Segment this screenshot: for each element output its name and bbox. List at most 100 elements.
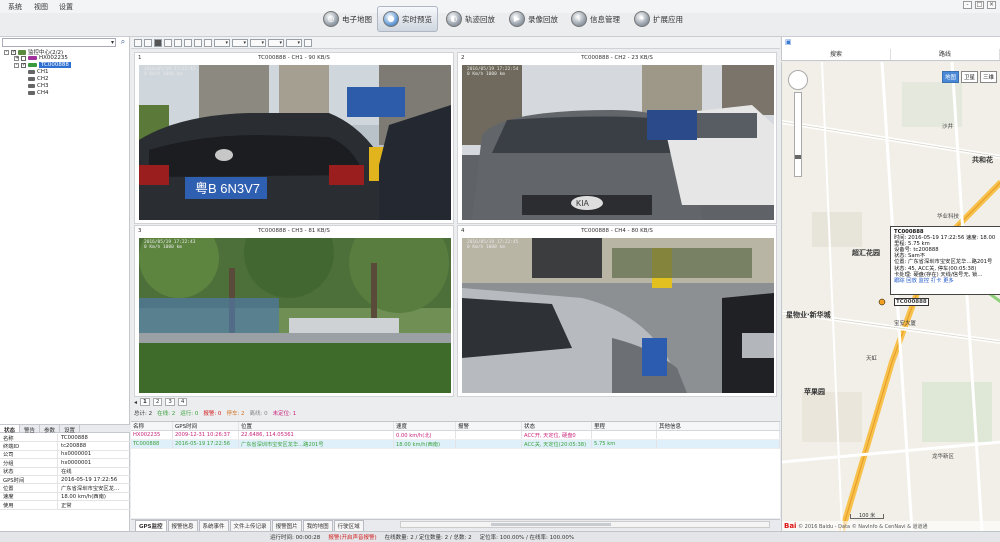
tab-alarm[interactable]: 警告: [20, 425, 41, 434]
record-dropdown[interactable]: ▾: [232, 38, 248, 47]
tree-checkbox[interactable]: [21, 55, 26, 61]
collapse-icon[interactable]: -: [4, 49, 9, 55]
tree-channel-4[interactable]: CH4: [28, 90, 48, 96]
page-button-2[interactable]: 2: [152, 398, 163, 406]
status-online[interactable]: 在线: 2: [157, 409, 175, 417]
settings-button[interactable]: [304, 38, 312, 47]
nav-info-management[interactable]: i 信息管理: [566, 6, 625, 32]
tab-settings[interactable]: 设置: [60, 425, 81, 434]
status-parked[interactable]: 停车: 2: [226, 409, 244, 417]
tree-vehicle-label: HX002235: [39, 55, 68, 61]
layout-16-button[interactable]: [184, 38, 192, 47]
expand-icon[interactable]: +: [14, 55, 19, 61]
column-header[interactable]: 报警: [456, 422, 522, 430]
nav-video-playback[interactable]: ▶ 录像回放: [504, 6, 563, 32]
map-tab-icon[interactable]: ▣: [785, 38, 792, 46]
tab-my-map[interactable]: 我的地图: [302, 519, 333, 531]
status-running[interactable]: 运行: 0: [180, 409, 198, 417]
map-zoom-slider[interactable]: [794, 92, 802, 177]
tab-driving-area[interactable]: 行驶区域: [333, 519, 364, 531]
map-icon: ◎: [323, 11, 339, 27]
map-type-satellite[interactable]: 卫星: [960, 71, 978, 83]
menu-system[interactable]: 系统: [8, 2, 22, 12]
layout-9-button[interactable]: [174, 38, 182, 47]
layout-4-button[interactable]: [144, 38, 152, 47]
pager-prev-icon[interactable]: ◂: [134, 399, 137, 406]
column-header[interactable]: 状态: [522, 422, 592, 430]
menu-view[interactable]: 视图: [34, 2, 48, 12]
tree-channel-3[interactable]: CH3: [28, 83, 48, 89]
alarm-sound-toggle[interactable]: 报警(开启声音报警): [328, 533, 376, 541]
tab-status[interactable]: 状态: [0, 425, 21, 434]
page-button-1[interactable]: 1: [140, 398, 150, 406]
column-header[interactable]: 里程: [592, 422, 657, 430]
collapse-icon[interactable]: -: [14, 62, 19, 68]
column-header[interactable]: 其他信息: [657, 422, 780, 430]
map-type-map[interactable]: 地图: [941, 71, 959, 83]
map-type-3d[interactable]: 三维: [979, 71, 997, 83]
video-panel-3[interactable]: 3 TC000888 - CH3 - 81 KB/S 2016/05/19 17…: [134, 225, 454, 397]
play-dropdown[interactable]: ▾: [268, 38, 284, 47]
scrollbar-thumb[interactable]: [491, 523, 611, 526]
maximize-button[interactable]: □: [975, 1, 984, 9]
table-cell: 2009-12-31 10:26:37: [173, 431, 239, 439]
tab-alarm-images[interactable]: 报警图片: [271, 519, 302, 531]
popup-links[interactable]: 跟踪 回放 监控 打卡 更多: [894, 278, 998, 284]
nav-live-preview[interactable]: ● 实时预览: [377, 6, 438, 32]
map-search-tab[interactable]: 搜索: [782, 49, 891, 60]
nav-electronic-map[interactable]: ◎ 电子地图: [318, 6, 377, 32]
status-offline[interactable]: 离线: 0: [250, 409, 268, 417]
search-icon[interactable]: ⌕: [118, 37, 128, 47]
column-header[interactable]: 名称: [131, 422, 173, 430]
page-button-4[interactable]: 4: [177, 398, 188, 406]
column-header[interactable]: 位置: [239, 422, 394, 430]
tab-gps-monitor[interactable]: GPS监控: [135, 519, 167, 531]
tab-file-upload[interactable]: 文件上传记录: [229, 519, 271, 531]
video-panel-2[interactable]: 2 TC000888 - CH2 - 23 KB/S KIA 2016/05/1…: [457, 52, 777, 224]
nav-track-playback[interactable]: ◐ 轨迹回放: [441, 6, 500, 32]
tab-params[interactable]: 参数: [40, 425, 61, 434]
horizontal-scrollbar[interactable]: [400, 521, 770, 528]
audio-dropdown[interactable]: ▾: [286, 38, 302, 47]
tree-channel-1[interactable]: CH1: [28, 69, 48, 75]
video-panel-4[interactable]: 4 TC000888 - CH4 - 80 KB/S 2016/05/19 17…: [457, 225, 777, 397]
vehicle-info-popup[interactable]: TC000888 时间: 2016-05-19 17:22:56 速度: 18.…: [890, 226, 1000, 295]
video-panel-1[interactable]: 1 TC000888 - CH1 - 90 KB/S 粤B 6N3V7 2016…: [134, 52, 454, 224]
map-canvas: [782, 62, 1000, 531]
minimize-button[interactable]: -: [963, 1, 972, 9]
video-frame: KIA: [462, 65, 774, 220]
map-route-tab[interactable]: 路线: [891, 49, 1000, 60]
page-button-3[interactable]: 3: [165, 398, 175, 406]
layout-6-button[interactable]: [154, 38, 162, 47]
baidu-map[interactable]: 地图 卫星 三维 共和花 超汇花园 宝安大厦 苹果园 星物业·新华城 沙井 华业…: [781, 62, 1000, 531]
column-header[interactable]: GPS时间: [173, 422, 239, 430]
layout-1-button[interactable]: [134, 38, 142, 47]
tree-checkbox[interactable]: ✓: [11, 49, 16, 55]
layout-custom-button[interactable]: [194, 38, 202, 47]
close-button[interactable]: ×: [987, 1, 996, 9]
menu-settings[interactable]: 设置: [59, 2, 73, 12]
fullscreen-button[interactable]: [204, 38, 212, 47]
zoom-knob[interactable]: [795, 155, 801, 159]
tree-checkbox[interactable]: ✓: [21, 62, 26, 68]
status-total[interactable]: 总计: 2: [134, 409, 152, 417]
tree-vehicle-hx002235[interactable]: + HX002235: [14, 55, 68, 61]
tab-alarm-info[interactable]: 报警信息: [167, 519, 198, 531]
popup-line: 卡处理: 硬盘(存在) 天线/信号无, 锁…: [894, 271, 983, 278]
info-key: 位置: [0, 484, 58, 492]
tab-system-events[interactable]: 系统事件: [198, 519, 229, 531]
column-header[interactable]: 速度: [394, 422, 456, 430]
table-row[interactable]: HX002235 2009-12-31 10:26:37 22.6486, 11…: [131, 431, 780, 440]
tree-filter-select[interactable]: ▾: [2, 38, 116, 47]
nav-extension[interactable]: ✦ 扩展应用: [629, 6, 688, 32]
layout-8-button[interactable]: [164, 38, 172, 47]
snapshot-dropdown[interactable]: ▾: [250, 38, 266, 47]
status-alarm[interactable]: 报警: 0: [203, 409, 221, 417]
stop-dropdown[interactable]: ▾: [214, 38, 230, 47]
table-row[interactable]: TC000888 2016-05-19 17:22:56 广东省深圳市宝安区龙华…: [131, 440, 780, 449]
status-unlocated[interactable]: 未定位: 1: [273, 409, 297, 417]
map-pan-control[interactable]: [788, 70, 808, 90]
tree-channel-2[interactable]: CH2: [28, 76, 48, 82]
tree-vehicle-tc000888[interactable]: - ✓ TC000888: [14, 62, 71, 68]
vehicle-marker-label[interactable]: TC000888: [894, 298, 929, 306]
